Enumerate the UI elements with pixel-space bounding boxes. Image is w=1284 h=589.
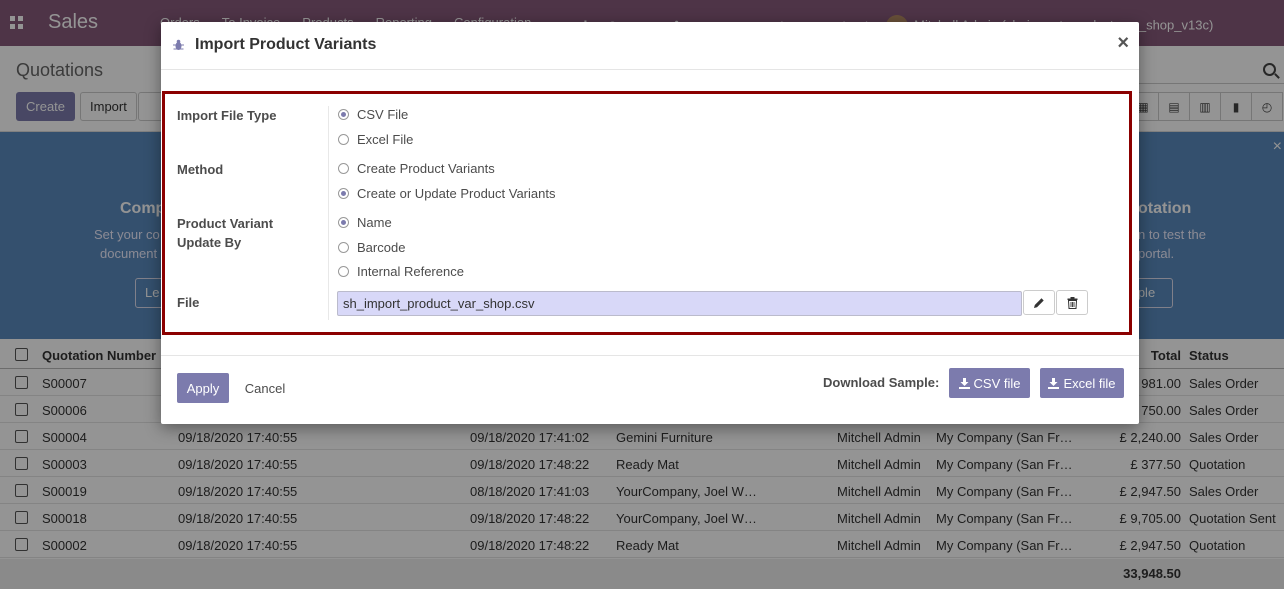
- apply-button[interactable]: Apply: [177, 373, 229, 403]
- dialog-title: Import Product Variants: [195, 36, 377, 53]
- edit-file-button[interactable]: [1023, 290, 1055, 315]
- divider: [328, 106, 329, 320]
- radio-create-or-update-variants[interactable]: Create or Update Product Variants: [338, 186, 555, 201]
- radio-label: Create or Update Product Variants: [357, 186, 556, 201]
- radio-label: CSV File: [357, 107, 409, 122]
- radio-icon[interactable]: [338, 188, 349, 199]
- file-label: File: [177, 295, 200, 310]
- close-icon[interactable]: ×: [1117, 33, 1129, 53]
- import-options-form: Import File Type CSV File Excel File Met…: [162, 91, 1132, 335]
- download-icon: [958, 377, 970, 389]
- radio-update-by-internal-reference[interactable]: Internal Reference: [338, 264, 464, 279]
- import-dialog: Import Product Variants × Import File Ty…: [161, 22, 1139, 424]
- radio-icon[interactable]: [338, 163, 349, 174]
- bug-icon: [173, 39, 184, 50]
- radio-create-variants[interactable]: Create Product Variants: [338, 161, 495, 176]
- update-by-label-line2: Update By: [177, 235, 242, 250]
- update-by-label: Product Variant Update By: [177, 214, 273, 252]
- radio-update-by-name[interactable]: Name: [338, 215, 392, 230]
- file-input[interactable]: sh_import_product_var_shop.csv: [337, 291, 1022, 316]
- radio-excel-file[interactable]: Excel File: [338, 132, 413, 147]
- radio-label: Name: [357, 215, 392, 230]
- radio-label: Excel File: [357, 132, 414, 147]
- radio-icon[interactable]: [338, 109, 349, 120]
- radio-label: Create Product Variants: [357, 161, 495, 176]
- download-csv-sample-button[interactable]: CSV file: [949, 368, 1030, 398]
- download-sample-label: Download Sample:: [823, 375, 940, 390]
- import-type-label: Import File Type: [177, 108, 277, 123]
- dialog-footer: Apply Cancel Download Sample: CSV file E…: [161, 355, 1139, 424]
- radio-icon[interactable]: [338, 266, 349, 277]
- radio-icon[interactable]: [338, 217, 349, 228]
- radio-label: Internal Reference: [357, 264, 464, 279]
- update-by-label-line1: Product Variant: [177, 216, 274, 231]
- cancel-button[interactable]: Cancel: [233, 373, 297, 403]
- radio-csv-file[interactable]: CSV File: [338, 107, 408, 122]
- radio-label: Barcode: [357, 240, 406, 255]
- radio-icon[interactable]: [338, 134, 349, 145]
- trash-icon: [1067, 296, 1077, 309]
- radio-update-by-barcode[interactable]: Barcode: [338, 240, 405, 255]
- method-label: Method: [177, 162, 224, 177]
- download-excel-sample-button[interactable]: Excel file: [1040, 368, 1124, 398]
- csv-button-label: CSV file: [973, 375, 1021, 391]
- clear-file-button[interactable]: [1056, 290, 1088, 315]
- download-icon: [1048, 377, 1060, 389]
- dialog-header: Import Product Variants ×: [161, 22, 1139, 70]
- radio-icon[interactable]: [338, 242, 349, 253]
- excel-button-label: Excel file: [1063, 375, 1116, 391]
- pencil-icon: [1034, 297, 1044, 308]
